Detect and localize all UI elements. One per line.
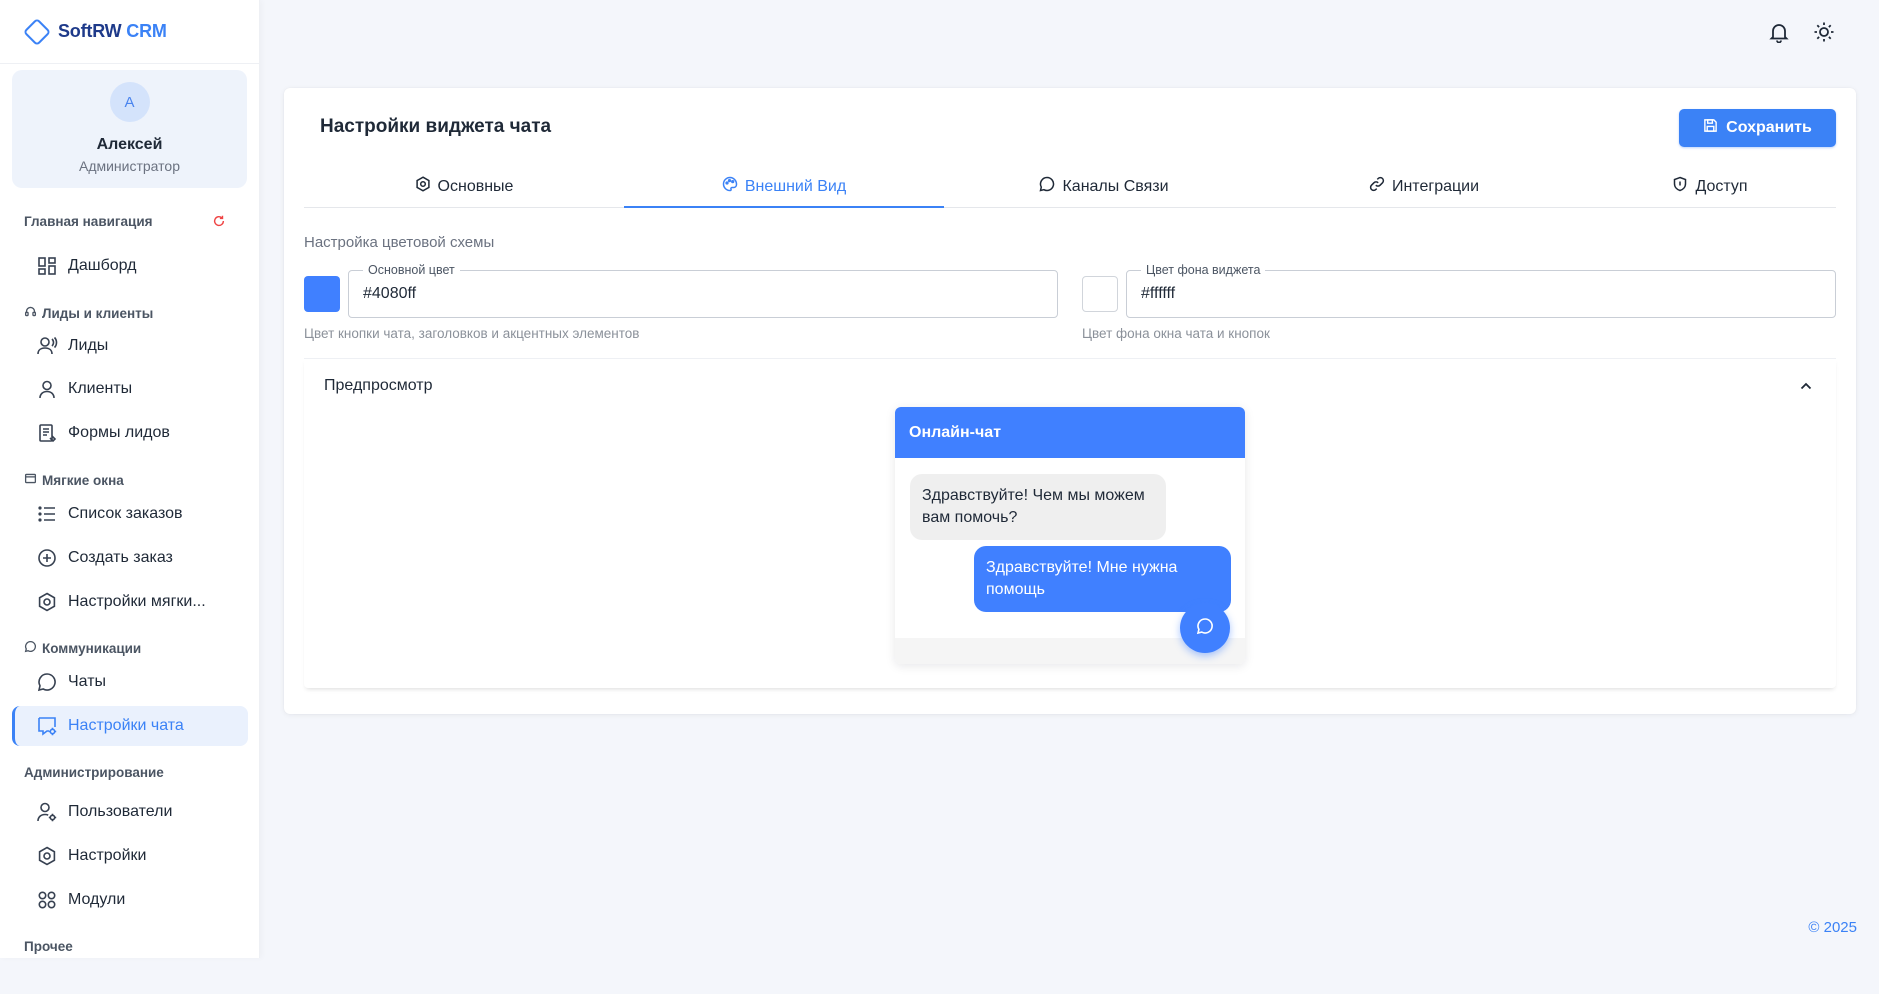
settings-hex-icon bbox=[415, 176, 431, 197]
sidebar-item-modules[interactable]: Модули bbox=[12, 880, 248, 920]
floppy-icon bbox=[1703, 118, 1718, 138]
chevron-up-icon[interactable] bbox=[1794, 374, 1818, 398]
background-color-input[interactable] bbox=[1127, 271, 1835, 317]
palette-icon bbox=[722, 176, 738, 197]
sidebar-item-label: Дашборд bbox=[68, 257, 137, 274]
chat-bubble-icon bbox=[1195, 616, 1215, 641]
sidebar-item-label: Создать заказ bbox=[68, 549, 173, 566]
sidebar-item-leads[interactable]: Лиды bbox=[12, 326, 248, 366]
sidebar-item-window-settings[interactable]: Настройки мягки... bbox=[12, 582, 248, 622]
primary-color-field: Основной цвет bbox=[348, 263, 1058, 318]
nav-section-admin: Администрирование bbox=[24, 765, 164, 780]
background-color-hint: Цвет фона окна чата и кнопок bbox=[1082, 326, 1270, 341]
link-icon bbox=[1369, 176, 1385, 197]
chat-widget-settings-card: Настройки виджета чата Сохранить Основны… bbox=[284, 88, 1856, 714]
nav-section-leads: Лиды и клиенты bbox=[24, 305, 153, 321]
headset-icon bbox=[24, 305, 42, 321]
chat-settings-icon bbox=[36, 715, 58, 737]
sidebar-item-settings[interactable]: Настройки bbox=[12, 836, 248, 876]
user-icon bbox=[36, 378, 58, 400]
preview-title[interactable]: Предпросмотр bbox=[324, 377, 433, 395]
nav-section-communications: Коммуникации bbox=[24, 640, 141, 656]
outgoing-message: Здравствуйте! Мне нужна помощь bbox=[974, 546, 1231, 612]
primary-color-hint: Цвет кнопки чата, заголовков и акцентных… bbox=[304, 326, 640, 341]
chat-icon bbox=[36, 671, 58, 693]
tab-integrations[interactable]: Интеграции bbox=[1264, 166, 1584, 207]
sidebar-item-lead-forms[interactable]: Формы лидов bbox=[12, 413, 248, 453]
sidebar-item-label: Список заказов bbox=[68, 505, 183, 522]
refresh-icon[interactable] bbox=[212, 214, 226, 233]
sidebar-item-orders[interactable]: Список заказов bbox=[12, 494, 248, 534]
page-title: Настройки виджета чата bbox=[320, 116, 552, 137]
gear-icon bbox=[36, 845, 58, 867]
chat-small-icon bbox=[24, 640, 42, 656]
tab-access[interactable]: Доступ bbox=[1584, 166, 1836, 207]
sidebar-item-chat-settings[interactable]: Настройки чата bbox=[12, 706, 248, 746]
form-icon bbox=[36, 422, 58, 444]
chat-launcher-button[interactable] bbox=[1180, 603, 1230, 653]
copyright: © 2025 bbox=[1808, 919, 1857, 936]
profile-name: Алексей bbox=[96, 136, 163, 153]
sidebar-item-label: Настройки чата bbox=[68, 717, 184, 734]
plus-circle-icon bbox=[36, 547, 58, 569]
nav-section-windows: Мягкие окна bbox=[24, 472, 124, 488]
sidebar-item-label: Клиенты bbox=[68, 380, 133, 397]
preview-panel: Предпросмотр Онлайн-чат Здравствуйте! Че… bbox=[304, 358, 1836, 688]
sun-icon[interactable] bbox=[1811, 19, 1837, 45]
tab-channels[interactable]: Каналы Связи bbox=[944, 166, 1264, 207]
avatar: A bbox=[109, 82, 150, 122]
tab-general[interactable]: Основные bbox=[304, 166, 624, 207]
modules-icon bbox=[36, 889, 58, 911]
nav-section-main: Главная навигация bbox=[24, 214, 153, 229]
background-color-field: Цвет фона виджета bbox=[1126, 263, 1836, 318]
sidebar: SoftRW CRM A Алексей Администратор Главн… bbox=[0, 0, 260, 958]
settings-tabs: Основные Внешний Вид Каналы Связи Интегр… bbox=[304, 166, 1836, 208]
sidebar-item-users[interactable]: Пользователи bbox=[12, 792, 248, 832]
sidebar-item-label: Лиды bbox=[68, 337, 109, 354]
tab-appearance[interactable]: Внешний Вид bbox=[624, 166, 944, 208]
nav-section-other: Прочее bbox=[24, 939, 73, 954]
sidebar-item-label: Пользователи bbox=[68, 803, 173, 820]
profile-role: Администратор bbox=[78, 158, 180, 174]
brand[interactable]: SoftRW CRM bbox=[0, 0, 259, 64]
shield-icon bbox=[1672, 176, 1688, 197]
list-icon bbox=[36, 503, 58, 525]
bell-icon[interactable] bbox=[1766, 19, 1792, 45]
leads-icon bbox=[36, 335, 58, 357]
logo-icon bbox=[22, 17, 52, 47]
primary-color-input[interactable] bbox=[349, 271, 1057, 317]
sidebar-item-label: Чаты bbox=[68, 673, 107, 690]
color-scheme-label: Настройка цветовой схемы bbox=[304, 234, 495, 251]
chat-icon bbox=[1039, 176, 1055, 197]
sidebar-item-chats[interactable]: Чаты bbox=[12, 662, 248, 702]
gear-icon bbox=[36, 591, 58, 613]
incoming-message: Здравствуйте! Чем мы можем вам помочь? bbox=[910, 474, 1166, 540]
dashboard-icon bbox=[36, 255, 58, 277]
sidebar-item-clients[interactable]: Клиенты bbox=[12, 369, 248, 409]
primary-color-swatch[interactable] bbox=[304, 276, 340, 312]
chat-header: Онлайн-чат bbox=[895, 407, 1245, 458]
save-button-label: Сохранить bbox=[1726, 119, 1812, 136]
sidebar-item-label: Настройки мягки... bbox=[68, 593, 206, 610]
sidebar-item-label: Формы лидов bbox=[68, 424, 170, 441]
save-button[interactable]: Сохранить bbox=[1679, 109, 1836, 147]
sidebar-item-dashboard[interactable]: Дашборд bbox=[12, 246, 248, 286]
window-icon bbox=[24, 472, 42, 488]
brand-name: SoftRW CRM bbox=[58, 21, 167, 41]
profile-card[interactable]: A Алексей Администратор bbox=[12, 70, 247, 188]
sidebar-item-create-order[interactable]: Создать заказ bbox=[12, 538, 248, 578]
user-gear-icon bbox=[36, 801, 58, 823]
chat-widget-preview: Онлайн-чат Здравствуйте! Чем мы можем ва… bbox=[895, 407, 1245, 664]
background-color-swatch[interactable] bbox=[1082, 276, 1118, 312]
sidebar-item-label: Настройки bbox=[68, 847, 147, 864]
sidebar-item-label: Модули bbox=[68, 891, 126, 908]
